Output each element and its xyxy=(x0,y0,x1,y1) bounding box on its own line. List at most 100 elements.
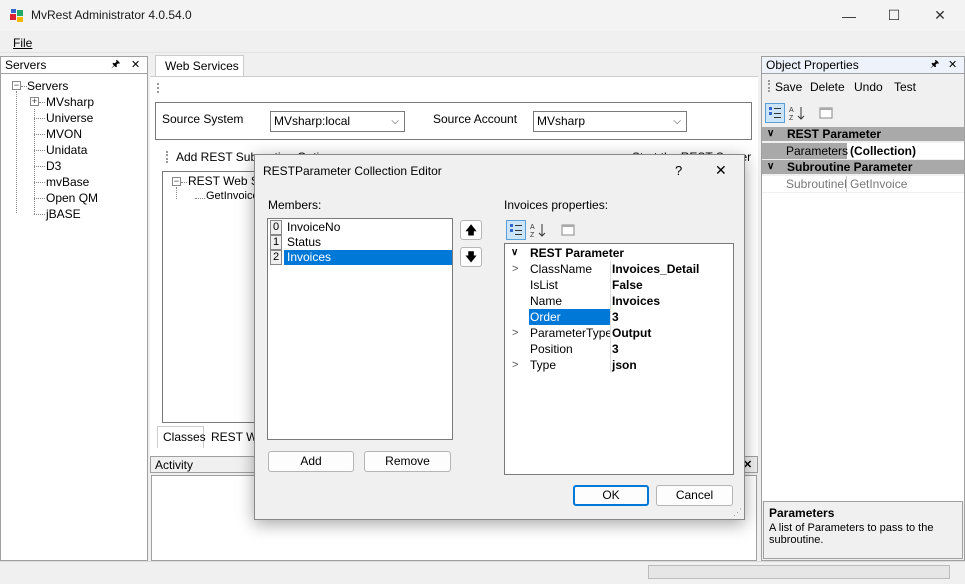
property-grid-empty xyxy=(762,193,964,501)
pin-icon[interactable]: 🖈 xyxy=(930,57,939,73)
undo-button[interactable]: Undo xyxy=(854,80,883,94)
source-system-value: MVsharp:local xyxy=(274,114,351,128)
property-row[interactable]: > ClassName Invoices_Detail xyxy=(505,261,733,277)
alphabetical-icon[interactable]: AZ xyxy=(528,220,548,240)
chevron-right-icon: > xyxy=(512,327,519,339)
alphabetical-icon[interactable]: AZ xyxy=(787,103,807,123)
close-icon[interactable]: ✕ xyxy=(948,57,957,73)
members-list[interactable]: 0 InvoiceNo 1 Status 2 Invoices xyxy=(267,218,453,440)
property-row-parameters[interactable]: Parameters (Collection) xyxy=(762,143,964,159)
tab-classes[interactable]: Classes xyxy=(157,426,206,448)
svg-text:A: A xyxy=(789,107,794,114)
tree-root-servers[interactable]: Servers xyxy=(27,79,68,93)
minimize-button[interactable]: — xyxy=(826,0,872,31)
chevron-down-icon: ⌵ xyxy=(391,116,399,127)
servers-panel: Servers 🖈 ✕ − Servers + MVsharp Universe… xyxy=(0,56,148,561)
source-account-select[interactable]: MVsharp ⌵ xyxy=(533,111,687,132)
categorized-icon[interactable] xyxy=(765,103,785,123)
category-subroutine-parameter[interactable]: ∨ Subroutine Parameter xyxy=(762,160,964,174)
collapse-icon[interactable]: − xyxy=(12,81,21,90)
property-row[interactable]: > Type json xyxy=(505,357,733,373)
close-button[interactable]: ✕ xyxy=(917,0,963,31)
list-item[interactable]: 0 InvoiceNo xyxy=(269,220,451,235)
property-row[interactable]: Position 3 xyxy=(505,341,733,357)
window-title: MvRest Administrator 4.0.54.0 xyxy=(31,8,192,22)
pin-icon[interactable]: 🖈 xyxy=(111,57,120,73)
category-rest-parameter[interactable]: ∨ REST Parameter xyxy=(505,245,733,261)
tree-item-mvsharp[interactable]: MVsharp xyxy=(46,95,94,109)
property-grid[interactable]: ∨ REST Parameter > ClassName Invoices_De… xyxy=(504,243,734,475)
property-row-selected[interactable]: Order 3 xyxy=(505,309,733,325)
collapse-icon[interactable]: − xyxy=(172,177,181,186)
dialog-close-button[interactable]: ✕ xyxy=(715,162,727,179)
chevron-down-icon: ∨ xyxy=(511,247,519,258)
property-value: GetInvoice xyxy=(850,177,908,191)
progress-bar xyxy=(648,565,950,579)
rest-tree: − REST Web Se GetInvoice xyxy=(162,171,266,423)
toolbar-grip xyxy=(157,83,159,93)
column-divider[interactable] xyxy=(610,261,611,373)
property-pages-icon[interactable] xyxy=(558,220,578,240)
help-button[interactable]: ? xyxy=(675,163,682,178)
save-button[interactable]: Save xyxy=(775,80,802,94)
source-system-label: Source System xyxy=(162,112,244,126)
collection-editor-dialog: RESTParameter Collection Editor ? ✕ Memb… xyxy=(254,154,745,520)
tree-item-getinvoice[interactable]: GetInvoice xyxy=(206,190,259,202)
members-label: Members: xyxy=(268,198,322,212)
menu-file[interactable]: File xyxy=(13,36,32,50)
svg-text:Z: Z xyxy=(530,232,535,238)
svg-text:Z: Z xyxy=(789,115,794,121)
servers-title: Servers xyxy=(5,58,47,72)
resize-grip[interactable]: ⋰ xyxy=(733,507,742,518)
tab-web-services[interactable]: Web Services xyxy=(155,55,244,76)
ok-button[interactable]: OK xyxy=(573,485,649,506)
property-value: (Collection) xyxy=(850,144,916,158)
chevron-down-icon: ∨ xyxy=(767,161,775,172)
expand-icon[interactable]: + xyxy=(30,97,39,106)
category-rest-parameter[interactable]: ∨ REST Parameter xyxy=(762,127,964,141)
chevron-right-icon: > xyxy=(512,359,519,371)
tree-item-unidata[interactable]: Unidata xyxy=(46,143,87,157)
properties-label: Invoices properties: xyxy=(504,198,609,212)
object-properties-panel: Object Properties 🖈 ✕ Save Delete Undo T… xyxy=(761,56,965,561)
test-button[interactable]: Test xyxy=(894,80,916,94)
chevron-down-icon: ∨ xyxy=(767,128,775,139)
move-up-icon[interactable]: 🡅 xyxy=(460,220,482,240)
tree-item-mvon[interactable]: MVON xyxy=(46,127,82,141)
tree-item-jbase[interactable]: jBASE xyxy=(46,207,81,221)
tab-rest-web-services[interactable]: REST W xyxy=(205,429,257,444)
help-text: A list of Parameters to pass to the subr… xyxy=(769,522,934,546)
tree-item-d3[interactable]: D3 xyxy=(46,159,61,173)
property-row[interactable]: Name Invoices xyxy=(505,293,733,309)
object-properties-header: Object Properties 🖈 ✕ xyxy=(762,57,964,74)
property-row[interactable]: IsList False xyxy=(505,277,733,293)
move-down-icon[interactable]: 🡇 xyxy=(460,247,482,267)
categorized-icon[interactable] xyxy=(506,220,526,240)
help-pane: Parameters A list of Parameters to pass … xyxy=(763,501,963,559)
close-icon[interactable]: ✕ xyxy=(131,57,140,73)
property-row[interactable]: > ParameterType Output xyxy=(505,325,733,341)
source-system-select[interactable]: MVsharp:local ⌵ xyxy=(270,111,405,132)
cancel-button[interactable]: Cancel xyxy=(656,485,733,506)
chevron-down-icon: ⌵ xyxy=(673,116,681,127)
tree-item-mvbase[interactable]: mvBase xyxy=(46,175,89,189)
property-row-subroutine[interactable]: SubroutineN GetInvoice xyxy=(762,176,964,192)
tree-item-openqm[interactable]: Open QM xyxy=(46,191,98,205)
add-button[interactable]: Add xyxy=(268,451,354,472)
list-item[interactable]: 1 Status xyxy=(269,235,451,250)
source-account-value: MVsharp xyxy=(537,114,586,128)
tree-item-universe[interactable]: Universe xyxy=(46,111,93,125)
remove-button[interactable]: Remove xyxy=(364,451,451,472)
menu-bar xyxy=(0,31,965,53)
object-properties-title: Object Properties xyxy=(766,58,859,72)
servers-header: Servers 🖈 ✕ xyxy=(1,57,147,74)
toolbar-grip xyxy=(768,80,770,92)
chevron-right-icon: > xyxy=(512,263,519,275)
list-item-selected[interactable]: 2 Invoices xyxy=(269,250,452,265)
property-pages-icon[interactable] xyxy=(816,103,836,123)
delete-button[interactable]: Delete xyxy=(810,80,845,94)
maximize-button[interactable]: ☐ xyxy=(871,0,917,31)
app-icon xyxy=(9,8,25,24)
dialog-title: RESTParameter Collection Editor xyxy=(263,164,442,178)
source-account-label: Source Account xyxy=(433,112,518,126)
